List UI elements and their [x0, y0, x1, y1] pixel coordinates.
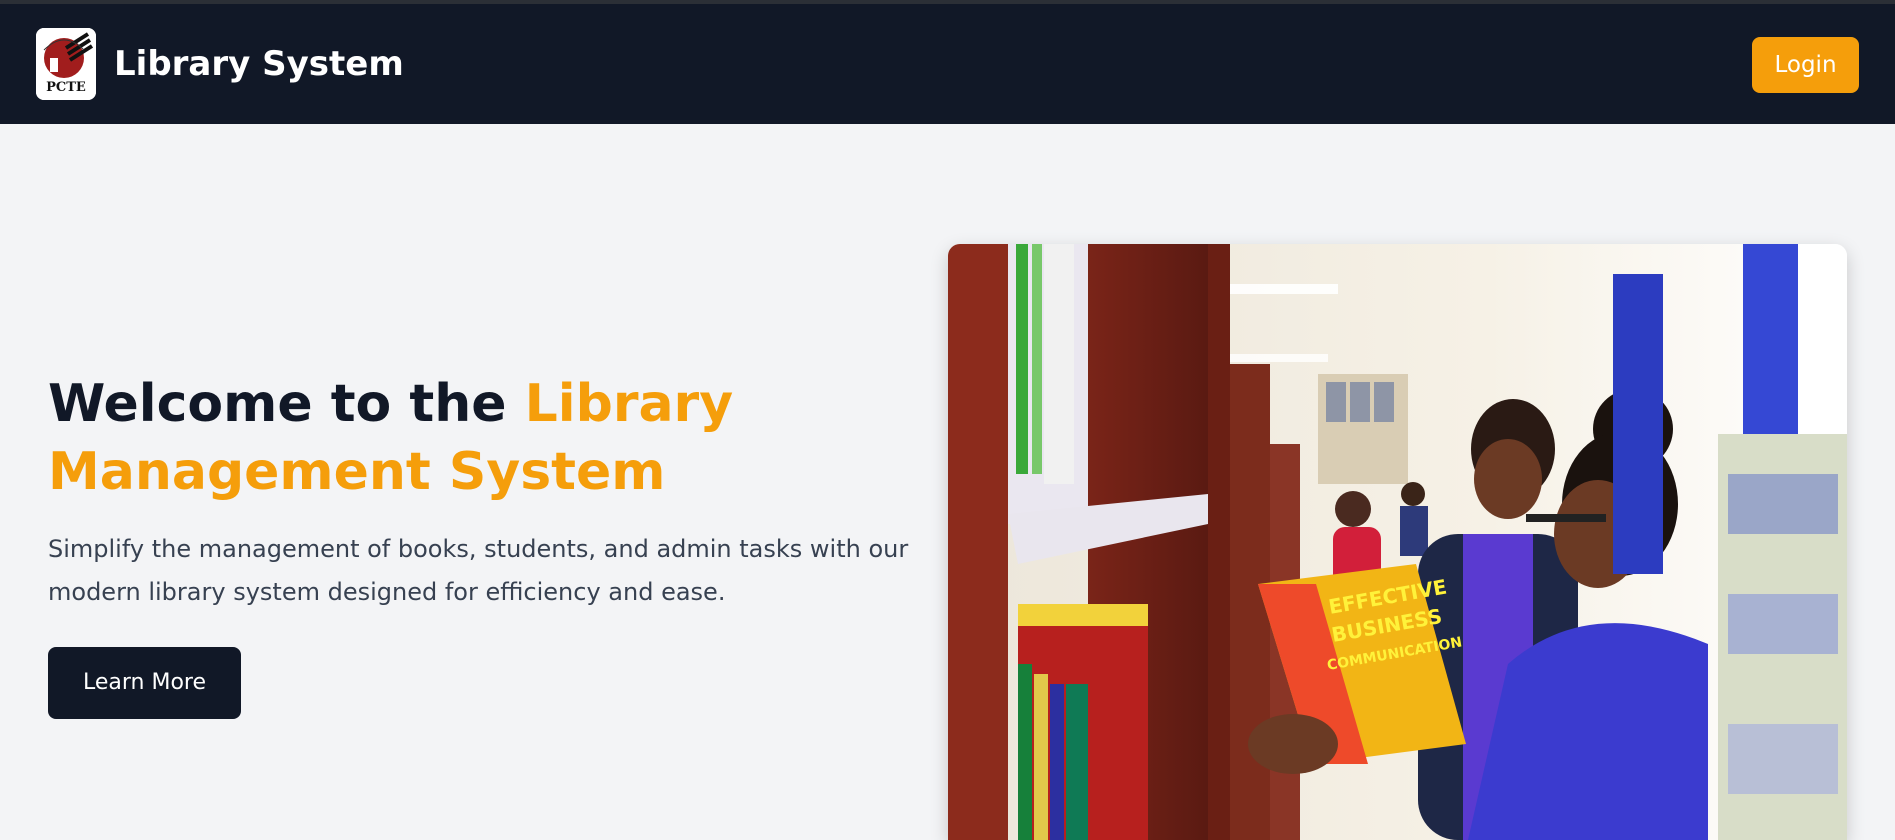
brand-title[interactable]: Library System: [114, 44, 404, 84]
hero-title: Welcome to the Library Management System: [48, 370, 888, 506]
pcte-logo-icon[interactable]: PCTE: [36, 28, 96, 100]
navbar: PCTE Library System Login: [0, 4, 1895, 124]
hero-library-image: EFFECTIVE BUSINESS COMMUNICATION: [948, 244, 1847, 840]
learn-more-button[interactable]: Learn More: [48, 647, 241, 719]
hero-title-text: Welcome to the: [48, 374, 525, 434]
logo-text: PCTE: [46, 80, 86, 95]
login-button[interactable]: Login: [1752, 37, 1859, 93]
hero-description: Simplify the management of books, studen…: [48, 535, 909, 606]
